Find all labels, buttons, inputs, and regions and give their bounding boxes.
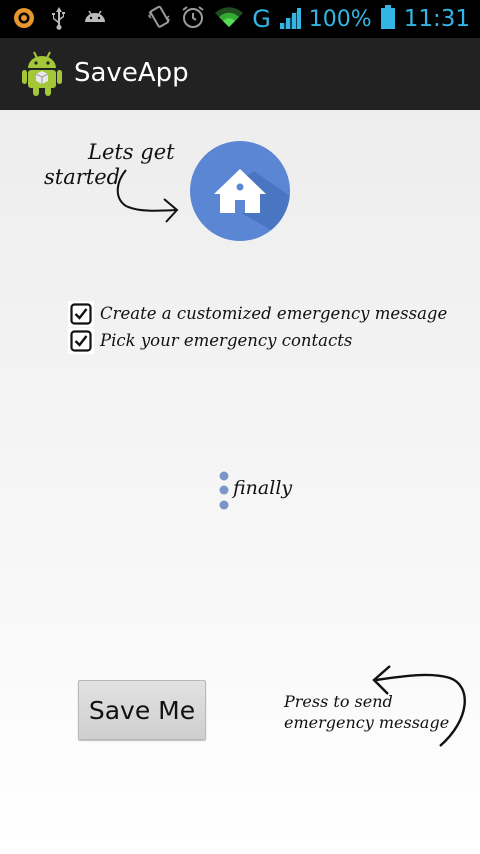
circle-app-icon: [12, 6, 36, 34]
usb-icon: [50, 6, 68, 34]
main-content: Lets get started Create a customized eme…: [0, 110, 480, 854]
checklist-item[interactable]: Create a customized emergency message: [68, 300, 447, 327]
status-bar: G 100% 11:31: [0, 0, 480, 38]
action-bar: SaveApp: [0, 38, 480, 110]
home-button[interactable]: [190, 141, 290, 241]
battery-icon: [380, 4, 396, 34]
android-debug-icon: [82, 6, 108, 34]
status-time: 11:31: [403, 6, 470, 32]
network-type-label: G: [252, 5, 271, 33]
intro-text-line2: started: [44, 165, 121, 189]
vibrate-icon: [146, 4, 172, 34]
finally-text: finally: [233, 477, 293, 499]
home-icon: [214, 169, 290, 241]
app-title: SaveApp: [74, 58, 189, 88]
checklist-item-label: Pick your emergency contacts: [100, 331, 353, 350]
signal-icon: [278, 5, 301, 33]
curved-arrow-back-icon: [364, 646, 474, 754]
battery-percentage: 100%: [308, 6, 372, 32]
vertical-dots-icon: [218, 470, 230, 518]
notification-icons: [12, 6, 108, 34]
intro-text-line1: Lets get: [88, 140, 175, 164]
checklist: Create a customized emergency message Pi…: [68, 300, 447, 354]
checkbox-checked-icon[interactable]: [68, 300, 94, 327]
alarm-icon: [180, 4, 206, 34]
checklist-item-label: Create a customized emergency message: [100, 304, 448, 323]
checkbox-checked-icon[interactable]: [68, 327, 94, 354]
system-icons: G 100% 11:31: [146, 2, 470, 36]
save-me-button[interactable]: Save Me: [78, 680, 206, 740]
curved-arrow-icon: [112, 166, 184, 232]
checklist-item[interactable]: Pick your emergency contacts: [68, 327, 447, 354]
android-robot-icon: [22, 50, 62, 100]
wifi-icon: [214, 5, 244, 33]
